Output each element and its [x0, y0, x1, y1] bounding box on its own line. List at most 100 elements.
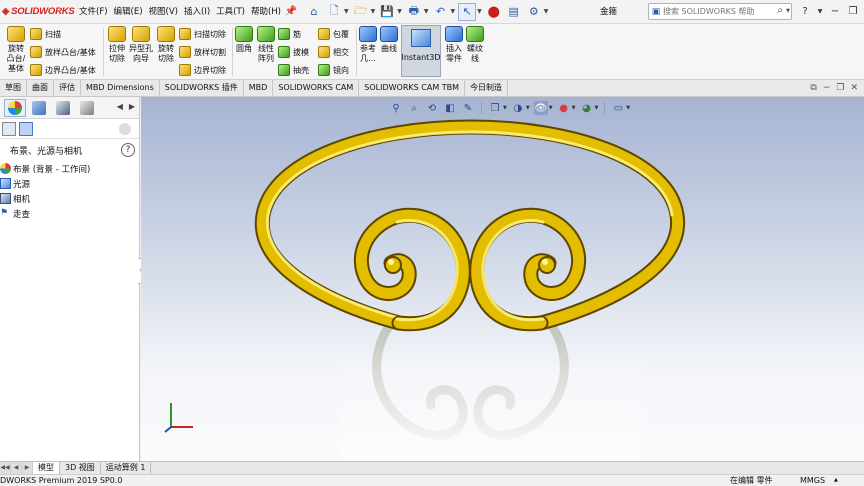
menu-help[interactable]: 帮助(H) — [248, 0, 284, 24]
linear-pattern-button[interactable]: 线性 阵列 — [255, 26, 277, 64]
fillet-button[interactable]: 圆角 — [234, 26, 254, 54]
tab-evaluate[interactable]: 评估 — [54, 80, 81, 96]
hole-wizard-label: 异型孔 向导 — [129, 44, 153, 63]
save-dropdown-icon[interactable]: ▼ — [397, 8, 402, 15]
tree-label: 走查 — [13, 209, 31, 220]
thread-button[interactable]: 螺纹 线 — [466, 26, 484, 64]
save-icon[interactable]: 💾 — [378, 3, 396, 21]
tab-manufacture-today[interactable]: 今日制造 — [465, 80, 509, 96]
shell-button[interactable]: 抽壳 — [278, 62, 309, 78]
graphics-viewport[interactable]: ⚲ ⌕ ⟲ ◧ ✎ ❒ ▼ ◑ ▼ 👁 ▼ ● ▼ ◕ ▼ ▭ ▼ — [141, 97, 864, 461]
tab-surfaces[interactable]: 曲面 — [27, 80, 54, 96]
draft-button[interactable]: 拔模 — [278, 44, 309, 60]
tile-window-icon[interactable]: ⧉ — [810, 83, 816, 93]
extrude-cut-button[interactable]: 拉伸 切除 — [106, 26, 128, 64]
menu-tools[interactable]: 工具(T) — [213, 0, 248, 24]
tree-item-cameras[interactable]: 相机 — [0, 191, 139, 206]
revolve-boss-icon — [7, 26, 25, 42]
home-icon[interactable]: ⌂ — [305, 3, 323, 21]
tab-display-manager[interactable] — [4, 98, 26, 117]
rebuild-traffic-light-icon[interactable]: ⬤ — [485, 3, 503, 21]
new-document-icon[interactable]: 🗋 — [325, 3, 343, 21]
boundary-boss-button[interactable]: 边界凸台/基体 — [30, 62, 96, 78]
revolve-cut-button[interactable]: 旋转 切除 — [155, 26, 177, 64]
tree-item-walkthrough[interactable]: ⚑ 走查 — [0, 206, 139, 221]
boundary-cut-button[interactable]: 边界切除 — [179, 62, 226, 78]
sweep-button[interactable]: 扫描 — [30, 26, 61, 42]
search-icon[interactable]: ⌕ — [777, 5, 783, 16]
panel-title: 布景、光源与相机 — [10, 146, 83, 157]
loft-boss-button[interactable]: 放样凸台/基体 — [30, 44, 96, 60]
reference-geometry-button[interactable]: 参考 几... — [358, 26, 378, 64]
search-dropdown-icon[interactable]: ▼ — [786, 8, 790, 14]
print-icon[interactable]: 🖶 — [405, 3, 423, 21]
solidworks-logo[interactable]: ◈ SOLIDWORKS — [0, 0, 76, 24]
tab-scroll-next-icon[interactable]: ▶ — [22, 462, 33, 474]
tab-mbd[interactable]: MBD — [244, 80, 274, 96]
tree-item-scene[interactable]: 布景 (背景 - 工作间) — [0, 161, 139, 176]
tab-feature-tree[interactable] — [28, 99, 50, 117]
wrap-button[interactable]: 包覆 — [318, 26, 349, 42]
select-cursor-icon[interactable]: ↖ — [458, 2, 477, 21]
tree-item-lights[interactable]: 光源 — [0, 176, 139, 191]
rib-button[interactable]: 筋 — [278, 26, 301, 42]
intersect-button[interactable]: 相交 — [318, 44, 349, 60]
tab-3d-views[interactable]: 3D 视图 — [60, 462, 101, 474]
options-gear-icon[interactable]: ⚙ — [525, 3, 543, 21]
help-icon[interactable]: ? — [121, 143, 135, 157]
minimize-icon[interactable]: − — [826, 0, 844, 24]
insert-part-button[interactable]: 插入 零件 — [443, 26, 465, 64]
window-close-icon[interactable]: ✕ — [850, 83, 858, 93]
print-dropdown-icon[interactable]: ▼ — [424, 8, 429, 15]
collapse-icon[interactable] — [2, 121, 16, 136]
pin-icon[interactable]: 📌 — [284, 6, 298, 17]
curves-icon — [380, 26, 398, 42]
help-search-input[interactable] — [663, 7, 763, 16]
tab-solidworks-addins[interactable]: SOLIDWORKS 插件 — [160, 80, 244, 96]
window-restore-icon[interactable]: ❐ — [836, 83, 844, 93]
loft-boss-icon — [30, 46, 42, 58]
tab-scroll-first-icon[interactable]: ◀◀ — [0, 462, 11, 474]
tab-cam[interactable] — [76, 99, 98, 117]
curves-button[interactable]: 曲线 — [379, 26, 399, 54]
open-dropdown-icon[interactable]: ▼ — [371, 8, 376, 15]
unit-system-dropdown-icon[interactable]: ▲ — [834, 475, 838, 486]
scroll-right-icon[interactable]: ▶ — [129, 102, 135, 111]
tab-scroll-prev-icon[interactable]: ◀ — [11, 462, 22, 474]
tab-model[interactable]: 模型 — [33, 462, 60, 474]
restore-icon[interactable]: ❐ — [844, 0, 862, 24]
swept-cut-button[interactable]: 扫描切除 — [179, 26, 226, 42]
file-properties-icon[interactable]: ▤ — [505, 3, 523, 21]
open-folder-icon[interactable]: 🗁 — [352, 3, 370, 21]
grid-view-icon[interactable] — [19, 121, 33, 136]
tree-label: 相机 — [13, 194, 31, 205]
options-dropdown-icon[interactable]: ▼ — [544, 8, 549, 15]
new-dropdown-icon[interactable]: ▼ — [344, 8, 349, 15]
menu-insert[interactable]: 插入(I) — [181, 0, 213, 24]
instant3d-button[interactable]: Instant3D — [401, 25, 441, 77]
menu-view[interactable]: 视图(V) — [146, 0, 181, 24]
command-manager-tabs: 草图 曲面 评估 MBD Dimensions SOLIDWORKS 插件 MB… — [0, 80, 864, 97]
menu-file[interactable]: 文件(F) — [76, 0, 111, 24]
tab-mbd-dimensions[interactable]: MBD Dimensions — [81, 80, 160, 96]
rib-icon — [278, 28, 290, 40]
mirror-button[interactable]: 镜向 — [318, 62, 349, 78]
tab-motion-study-1[interactable]: 运动算例 1 — [101, 462, 152, 474]
tab-sketch[interactable]: 草图 — [0, 80, 27, 96]
window-minimize-icon[interactable]: − — [823, 83, 831, 93]
undo-icon[interactable]: ↶ — [432, 3, 450, 21]
unit-system-selector[interactable]: MMGS — [800, 475, 825, 486]
undo-dropdown-icon[interactable]: ▼ — [451, 8, 456, 15]
lofted-cut-button[interactable]: 放样切割 — [179, 44, 226, 60]
tab-solidworks-cam-tbm[interactable]: SOLIDWORKS CAM TBM — [359, 80, 466, 96]
revolve-boss-button[interactable]: 旋转 凸台/ 基体 — [5, 26, 27, 74]
menu-edit[interactable]: 编辑(E) — [111, 0, 146, 24]
tab-dimxpert[interactable] — [52, 99, 74, 117]
panel-toolbar — [0, 119, 139, 139]
boundary-boss-label: 边界凸台/基体 — [45, 65, 96, 75]
scroll-left-icon[interactable]: ◀ — [117, 102, 123, 111]
tab-solidworks-cam[interactable]: SOLIDWORKS CAM — [273, 80, 360, 96]
help-search-box[interactable]: ▣ ⌕ ▼ — [648, 3, 792, 20]
select-dropdown-icon[interactable]: ▼ — [477, 8, 482, 15]
hole-wizard-button[interactable]: 异型孔 向导 — [128, 26, 154, 64]
